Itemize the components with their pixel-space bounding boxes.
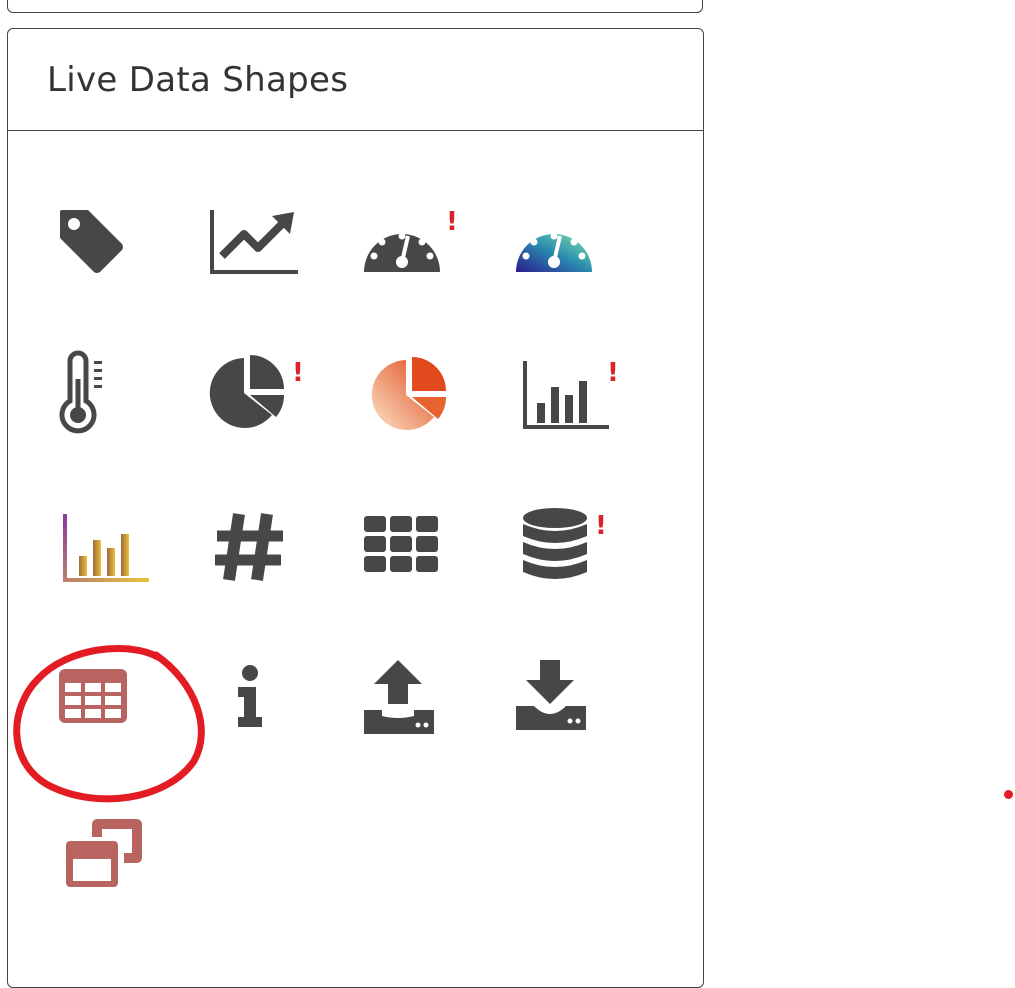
grid-icon[interactable]: [347, 491, 457, 601]
alert-mark: !: [607, 358, 619, 388]
table-icon[interactable]: [38, 641, 148, 751]
gauge-alert-icon[interactable]: !: [350, 186, 460, 296]
previous-panel: [7, 0, 703, 13]
bar-chart-alert-icon[interactable]: !: [508, 338, 619, 448]
panel-header: Live Data Shapes: [8, 29, 703, 131]
bar-chart-gradient-icon[interactable]: [48, 491, 158, 601]
annotation-dot: [1004, 790, 1013, 799]
alert-mark: !: [292, 358, 304, 388]
database-alert-icon[interactable]: !: [500, 491, 610, 601]
thermometer-icon[interactable]: [25, 338, 135, 448]
alert-mark: !: [595, 511, 607, 541]
pie-chart-alert-icon[interactable]: !: [196, 338, 306, 448]
hashtag-icon[interactable]: [194, 491, 304, 601]
window-restore-icon[interactable]: [48, 796, 158, 906]
alert-mark: !: [446, 207, 458, 237]
info-icon[interactable]: [195, 641, 305, 751]
upload-icon[interactable]: [345, 641, 455, 751]
line-chart-icon[interactable]: [200, 186, 310, 296]
panel-title: Live Data Shapes: [47, 59, 349, 100]
download-icon[interactable]: [497, 641, 607, 751]
gauge-gradient-icon[interactable]: [500, 186, 610, 296]
tag-icon[interactable]: [36, 186, 146, 296]
pie-chart-gradient-icon[interactable]: [350, 338, 460, 448]
